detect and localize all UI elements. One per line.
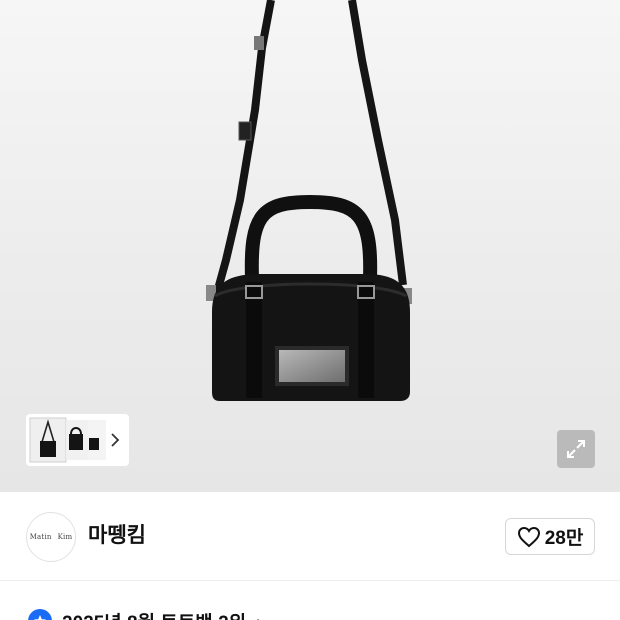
expand-image-button[interactable] xyxy=(557,430,595,468)
chevron-right-icon[interactable] xyxy=(109,428,121,452)
thumbnail-images[interactable] xyxy=(28,416,108,464)
expand-arrows-icon xyxy=(567,440,585,458)
brand-logo-text-right: Kim xyxy=(57,533,73,541)
brand-logo-text-left: Matin xyxy=(29,533,52,541)
ranking-text: 2025년 8월 토트백 2위 xyxy=(62,608,246,620)
ranking-link[interactable]: 2025년 8월 토트백 2위 › xyxy=(28,606,263,620)
brand-row: Matin Kim 마뗑킴 28만 xyxy=(0,492,620,581)
like-count: 28만 xyxy=(544,528,584,549)
star-badge-icon xyxy=(28,609,52,620)
brand-name[interactable]: 마뗑킴 xyxy=(88,523,146,549)
thumbnail-strip[interactable] xyxy=(26,414,129,466)
heart-outline-icon xyxy=(517,526,540,547)
divider xyxy=(26,580,595,581)
brand-logo[interactable]: Matin Kim xyxy=(26,512,76,562)
ranking-chevron-icon: › xyxy=(256,612,262,620)
product-gallery[interactable] xyxy=(0,0,620,492)
like-button[interactable]: 28만 xyxy=(505,518,595,555)
